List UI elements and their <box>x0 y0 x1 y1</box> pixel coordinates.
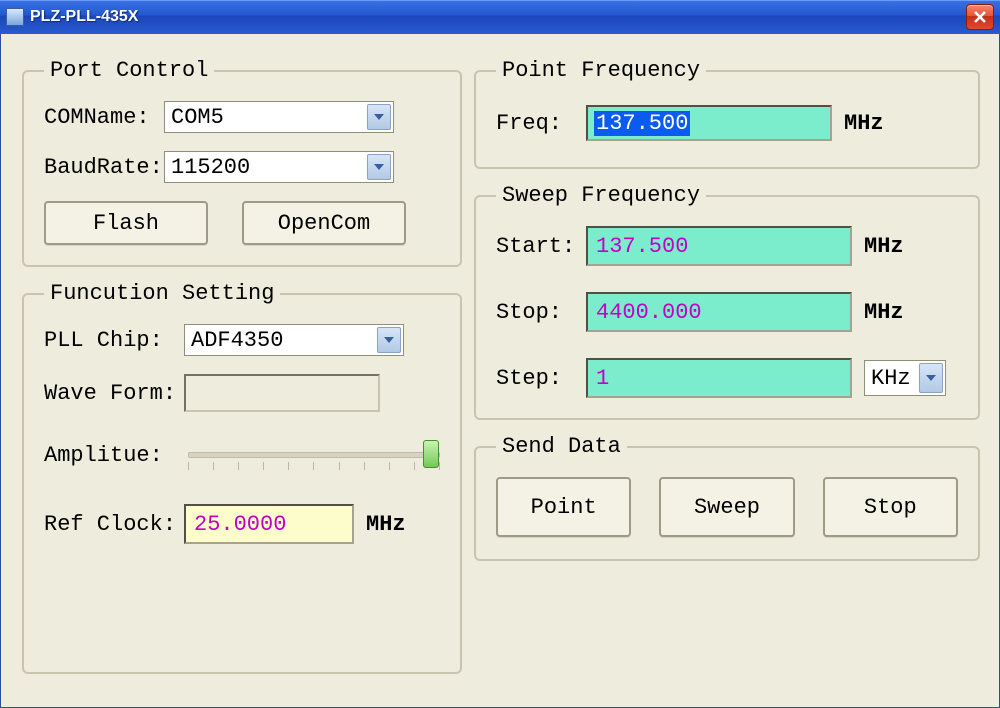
freq-unit: MHz <box>844 111 884 136</box>
sweep-button[interactable]: Sweep <box>659 477 794 537</box>
function-setting-legend: Funcution Setting <box>44 281 280 306</box>
amplitude-slider[interactable] <box>188 442 440 468</box>
step-label: Step: <box>496 366 586 391</box>
freq-value: 137.500 <box>594 111 690 136</box>
opencom-button[interactable]: OpenCom <box>242 201 406 245</box>
point-frequency-group: Point Frequency Freq: 137.500 MHz <box>474 58 980 169</box>
send-buttons-row: Point Sweep Stop <box>496 477 958 537</box>
step-value: 1 <box>596 366 609 391</box>
function-setting-group: Funcution Setting PLL Chip: ADF4350 Wave… <box>22 281 462 674</box>
start-row: Start: 137.500 MHz <box>496 226 958 266</box>
send-data-legend: Send Data <box>496 434 627 459</box>
baud-label: BaudRate: <box>44 155 164 180</box>
sweep-frequency-group: Sweep Frequency Start: 137.500 MHz Stop:… <box>474 183 980 420</box>
right-column: Point Frequency Freq: 137.500 MHz Sweep … <box>474 58 980 688</box>
slider-track <box>188 452 440 458</box>
client-area: Port Control COMName: COM5 BaudRate: 115… <box>0 34 1000 708</box>
port-control-group: Port Control COMName: COM5 BaudRate: 115… <box>22 58 462 267</box>
chevron-down-icon <box>367 104 391 130</box>
freq-input[interactable]: 137.500 <box>586 105 832 141</box>
stop-input[interactable]: 4400.000 <box>586 292 852 332</box>
chevron-down-icon <box>367 154 391 180</box>
com-row: COMName: COM5 <box>44 101 440 133</box>
close-button[interactable] <box>966 4 994 30</box>
wave-label: Wave Form: <box>44 381 184 406</box>
ref-clock-label: Ref Clock: <box>44 512 184 537</box>
send-data-group: Send Data Point Sweep Stop <box>474 434 980 561</box>
start-label: Start: <box>496 234 586 259</box>
slider-ticks <box>188 462 440 470</box>
point-frequency-legend: Point Frequency <box>496 58 706 83</box>
pll-select[interactable]: ADF4350 <box>184 324 404 356</box>
ref-clock-value: 25.0000 <box>194 512 286 537</box>
sweep-frequency-legend: Sweep Frequency <box>496 183 706 208</box>
com-value: COM5 <box>171 105 365 130</box>
step-unit-select[interactable]: KHz <box>864 360 946 396</box>
stop-unit: MHz <box>864 300 904 325</box>
start-unit: MHz <box>864 234 904 259</box>
ref-clock-row: Ref Clock: 25.0000 MHz <box>44 504 440 544</box>
start-value: 137.500 <box>596 234 688 259</box>
slider-thumb[interactable] <box>423 440 439 468</box>
close-icon <box>973 10 987 24</box>
pll-row: PLL Chip: ADF4350 <box>44 324 440 356</box>
baud-value: 115200 <box>171 155 365 180</box>
port-buttons-row: Flash OpenCom <box>44 201 440 245</box>
start-input[interactable]: 137.500 <box>586 226 852 266</box>
stop-button[interactable]: Stop <box>823 477 958 537</box>
freq-row: Freq: 137.500 MHz <box>496 105 958 141</box>
app-window: PLZ-PLL-435X Port Control COMName: COM5 … <box>0 0 1000 708</box>
ref-clock-input[interactable]: 25.0000 <box>184 504 354 544</box>
chevron-down-icon <box>377 327 401 353</box>
point-button[interactable]: Point <box>496 477 631 537</box>
stop-value: 4400.000 <box>596 300 702 325</box>
com-label: COMName: <box>44 105 164 130</box>
step-input[interactable]: 1 <box>586 358 852 398</box>
step-row: Step: 1 KHz <box>496 358 958 398</box>
baud-row: BaudRate: 115200 <box>44 151 440 183</box>
com-select[interactable]: COM5 <box>164 101 394 133</box>
port-control-legend: Port Control <box>44 58 214 83</box>
stop-label: Stop: <box>496 300 586 325</box>
window-title: PLZ-PLL-435X <box>30 8 966 26</box>
chevron-down-icon <box>919 363 943 393</box>
step-unit-value: KHz <box>871 366 917 391</box>
flash-button[interactable]: Flash <box>44 201 208 245</box>
wave-input[interactable] <box>184 374 380 412</box>
freq-label: Freq: <box>496 111 586 136</box>
app-icon <box>6 8 24 26</box>
ref-clock-unit: MHz <box>366 512 406 537</box>
left-column: Port Control COMName: COM5 BaudRate: 115… <box>22 58 462 688</box>
amplitude-label: Amplitue: <box>44 443 184 468</box>
wave-row: Wave Form: <box>44 374 440 412</box>
amplitude-row: Amplitue: <box>44 442 440 468</box>
baud-select[interactable]: 115200 <box>164 151 394 183</box>
pll-label: PLL Chip: <box>44 328 184 353</box>
title-bar: PLZ-PLL-435X <box>0 0 1000 34</box>
stop-row: Stop: 4400.000 MHz <box>496 292 958 332</box>
pll-value: ADF4350 <box>191 328 375 353</box>
